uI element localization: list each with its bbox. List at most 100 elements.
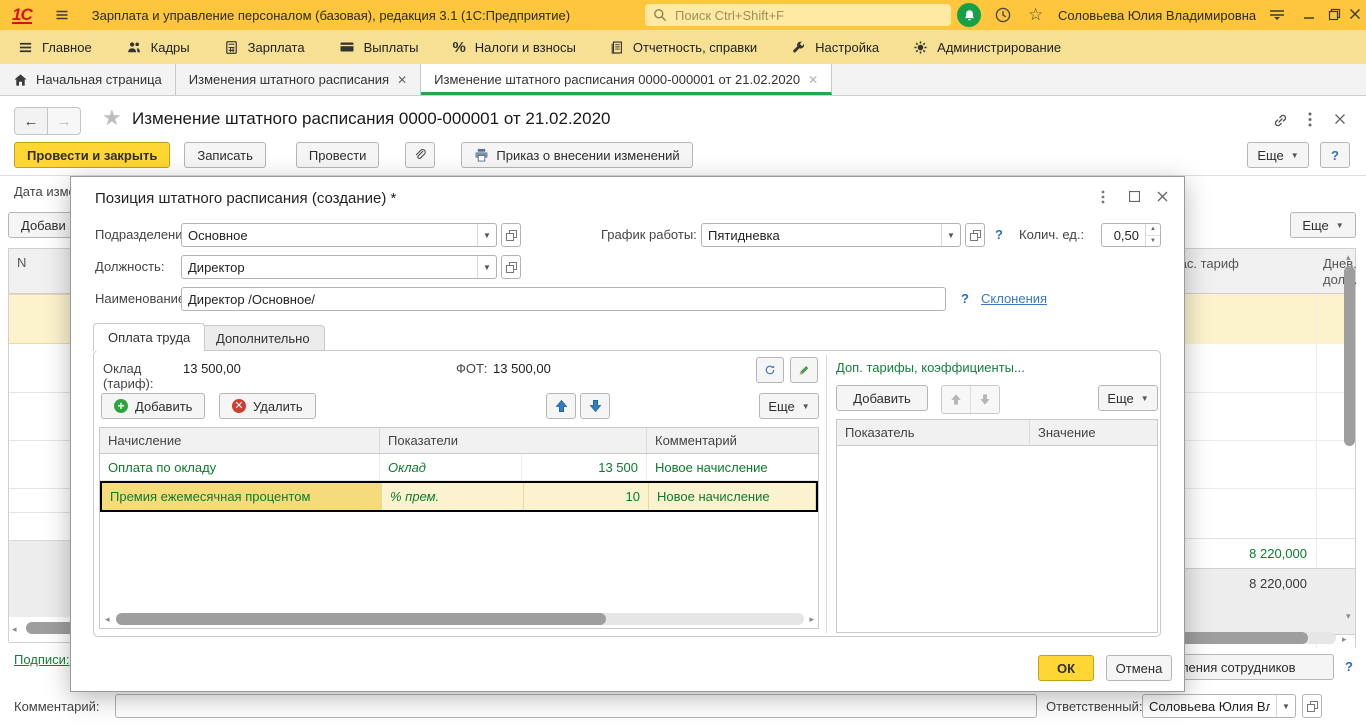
accrual-add-button[interactable]: + Добавить — [101, 393, 205, 419]
tab-staff-change-doc[interactable]: Изменение штатного расписания 0000-00000… — [421, 64, 832, 95]
recalculate-button[interactable] — [756, 357, 784, 383]
attachments-button[interactable] — [405, 142, 435, 168]
restore-window-icon[interactable] — [1328, 8, 1341, 21]
table-hscroll-track[interactable] — [116, 613, 804, 625]
menu-administration[interactable]: Администрирование — [913, 40, 1061, 55]
hscroll-right-arrow-icon[interactable]: ▸ — [1342, 635, 1347, 644]
post-button[interactable]: Провести — [296, 142, 380, 168]
col-indicator[interactable]: Показатель — [837, 420, 1030, 445]
units-spinner[interactable]: ▲▼ — [1145, 224, 1160, 246]
position-field[interactable]: ▼ — [181, 255, 497, 279]
responsible-open-icon[interactable] — [1302, 694, 1322, 718]
position-open-icon[interactable] — [501, 255, 521, 279]
department-input[interactable] — [182, 224, 477, 246]
table-hscroll-left-icon[interactable]: ◂ — [105, 615, 110, 624]
extra-tariffs-link[interactable]: Доп. тарифы, коэффициенты... — [836, 360, 1025, 375]
close-tab-icon[interactable]: ✕ — [808, 73, 818, 87]
user-name[interactable]: Соловьева Юлия Владимировна — [1058, 8, 1256, 23]
hscroll-left-arrow-icon[interactable]: ◂ — [12, 625, 17, 634]
extra-move-up-button[interactable] — [942, 386, 971, 413]
schedule-help-link[interactable]: ? — [995, 227, 1003, 242]
department-field[interactable]: ▼ — [181, 223, 497, 247]
cell-indicator[interactable]: % прем. — [382, 483, 524, 510]
save-button[interactable]: Записать — [184, 142, 266, 168]
comment-input[interactable] — [116, 695, 1036, 717]
cell-comment[interactable]: Новое начисление — [649, 483, 816, 510]
dialog-kebab-menu-icon[interactable] — [1101, 190, 1105, 204]
cell-indicator[interactable]: Оклад — [380, 454, 522, 480]
menu-settings[interactable]: Настройка — [791, 40, 879, 55]
main-menu-icon[interactable] — [54, 7, 70, 23]
table-hscroll-right-icon[interactable]: ▸ — [809, 615, 814, 624]
col-accrual[interactable]: Начисление — [100, 428, 380, 453]
cell-value[interactable]: 13 500 — [522, 454, 647, 480]
units-field[interactable]: ▲▼ — [1101, 223, 1161, 247]
tab-staff-changes-list[interactable]: Изменения штатного расписания ✕ — [176, 64, 421, 95]
menu-reports[interactable]: Отчетность, справки — [610, 40, 757, 55]
col-value[interactable]: Значение — [1030, 420, 1157, 445]
menu-main[interactable]: Главное — [18, 40, 92, 55]
back-arrow-icon[interactable]: ← — [14, 107, 48, 135]
dropdown-icon[interactable]: ▼ — [1276, 695, 1295, 717]
work-schedule-input[interactable] — [702, 224, 941, 246]
menu-salary[interactable]: Зарплата — [224, 40, 305, 55]
document-help-button[interactable]: ? — [1320, 142, 1350, 168]
search-input[interactable] — [673, 7, 943, 24]
department-open-icon[interactable] — [501, 223, 521, 247]
move-up-button[interactable] — [546, 393, 576, 419]
tab-pay[interactable]: Оплата труда — [93, 323, 205, 351]
bg-more-button[interactable]: Еще▼ — [1290, 212, 1356, 238]
name-input[interactable] — [182, 288, 945, 310]
accrual-delete-button[interactable]: ✕ Удалить — [219, 393, 316, 419]
post-and-close-button[interactable]: Провести и закрыть — [14, 142, 170, 168]
get-link-icon[interactable] — [1272, 112, 1289, 129]
menu-taxes[interactable]: % Налоги и взносы — [452, 39, 575, 56]
print-order-button[interactable]: Приказ о внесении изменений — [461, 142, 692, 168]
tab-home[interactable]: Начальная страница — [0, 64, 176, 95]
dialog-close-icon[interactable] — [1157, 191, 1168, 202]
notifications-bell-icon[interactable] — [957, 3, 981, 27]
work-schedule-open-icon[interactable] — [965, 223, 985, 247]
extra-add-button[interactable]: Добавить — [836, 385, 928, 411]
dropdown-icon[interactable]: ▼ — [941, 224, 960, 246]
spinner-down-icon[interactable]: ▼ — [1146, 236, 1160, 247]
comment-field[interactable] — [115, 694, 1037, 718]
col-comment[interactable]: Комментарий — [647, 428, 818, 453]
close-document-icon[interactable] — [1334, 113, 1346, 125]
extra-move-down-button[interactable] — [971, 386, 999, 413]
bg-vscroll-thumb[interactable] — [1344, 266, 1355, 446]
vscroll-down-arrow-icon[interactable]: ▾ — [1346, 612, 1351, 621]
responsible-input[interactable] — [1143, 695, 1276, 717]
close-tab-icon[interactable]: ✕ — [397, 73, 407, 87]
accrual-row-2-selected[interactable]: Премия ежемесячная процентом % прем. 10 … — [100, 481, 818, 512]
service-menu-icon[interactable] — [1268, 7, 1286, 23]
extra-more-button[interactable]: Еще▼ — [1098, 385, 1158, 411]
ok-button[interactable]: ОК — [1038, 655, 1094, 681]
name-field[interactable] — [181, 287, 946, 311]
history-icon[interactable] — [994, 6, 1012, 24]
kebab-menu-icon[interactable] — [1308, 112, 1312, 127]
declension-link[interactable]: Склонения — [981, 291, 1047, 306]
menu-payments[interactable]: Выплаты — [339, 40, 419, 55]
extra-table-header[interactable]: Показатель Значение — [837, 420, 1157, 446]
vscroll-up-arrow-icon[interactable]: ▴ — [1346, 253, 1351, 262]
accruals-table-header[interactable]: Начисление Показатели Комментарий — [100, 428, 818, 454]
spinner-up-icon[interactable]: ▲ — [1146, 224, 1160, 236]
forward-arrow-icon[interactable]: → — [48, 107, 81, 135]
dialog-maximize-icon[interactable] — [1129, 191, 1140, 202]
signatures-link[interactable]: Подписи: — [14, 652, 70, 667]
accruals-more-button[interactable]: Еще▼ — [759, 393, 819, 419]
dropdown-icon[interactable]: ▼ — [477, 224, 496, 246]
cell-accrual[interactable]: Премия ежемесячная процентом — [102, 483, 382, 510]
cell-accrual[interactable]: Оплата по окладу — [100, 454, 380, 480]
cancel-button[interactable]: Отмена — [1106, 655, 1172, 681]
favorite-star-icon[interactable]: ★ — [102, 105, 122, 131]
responsible-field[interactable]: ▼ — [1142, 694, 1296, 718]
minimize-icon[interactable] — [1303, 8, 1315, 20]
move-down-button[interactable] — [580, 393, 610, 419]
document-more-button[interactable]: Еще▼ — [1247, 142, 1309, 168]
bg-help-link[interactable]: ? — [1345, 659, 1353, 674]
global-search[interactable] — [645, 4, 951, 26]
cell-value[interactable]: 10 — [524, 483, 649, 510]
edit-pencil-button[interactable] — [790, 357, 818, 383]
